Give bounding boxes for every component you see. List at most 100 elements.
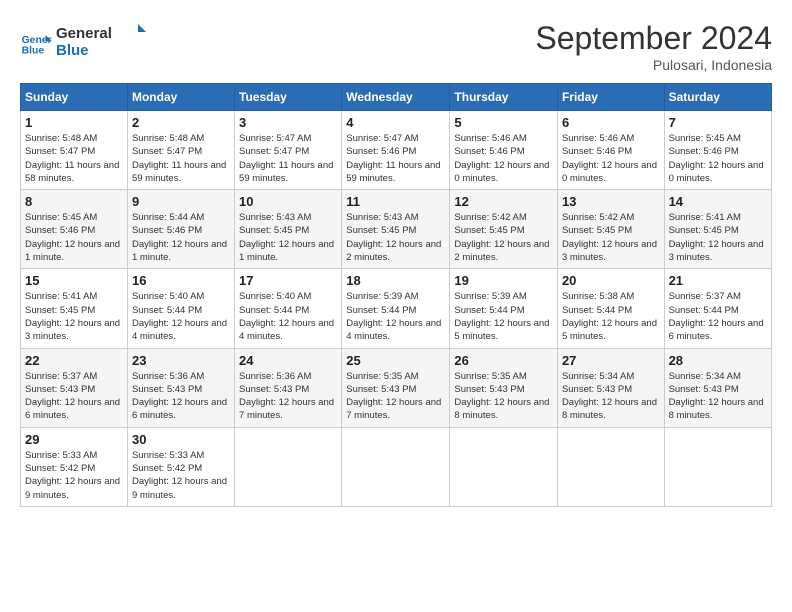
day-info: Sunrise: 5:40 AM Sunset: 5:44 PM Dayligh…: [239, 290, 337, 343]
day-info: Sunrise: 5:48 AM Sunset: 5:47 PM Dayligh…: [25, 132, 123, 185]
calendar-cell: 16 Sunrise: 5:40 AM Sunset: 5:44 PM Dayl…: [127, 269, 234, 348]
day-number: 17: [239, 273, 337, 288]
calendar-cell: 29 Sunrise: 5:33 AM Sunset: 5:42 PM Dayl…: [21, 427, 128, 506]
calendar-cell: 24 Sunrise: 5:36 AM Sunset: 5:43 PM Dayl…: [235, 348, 342, 427]
day-info: Sunrise: 5:38 AM Sunset: 5:44 PM Dayligh…: [562, 290, 660, 343]
location-subtitle: Pulosari, Indonesia: [535, 57, 772, 73]
day-number: 25: [346, 353, 445, 368]
svg-text:Blue: Blue: [22, 45, 45, 56]
calendar-cell: 19 Sunrise: 5:39 AM Sunset: 5:44 PM Dayl…: [450, 269, 558, 348]
day-number: 4: [346, 115, 445, 130]
page-header: General Blue General Blue September 2024…: [20, 20, 772, 73]
day-number: 26: [454, 353, 553, 368]
day-number: 22: [25, 353, 123, 368]
day-info: Sunrise: 5:34 AM Sunset: 5:43 PM Dayligh…: [669, 370, 767, 423]
day-info: Sunrise: 5:45 AM Sunset: 5:46 PM Dayligh…: [669, 132, 767, 185]
col-header-thursday: Thursday: [450, 84, 558, 111]
day-number: 5: [454, 115, 553, 130]
calendar-week-3: 15 Sunrise: 5:41 AM Sunset: 5:45 PM Dayl…: [21, 269, 772, 348]
day-number: 18: [346, 273, 445, 288]
day-number: 20: [562, 273, 660, 288]
calendar-cell: 3 Sunrise: 5:47 AM Sunset: 5:47 PM Dayli…: [235, 111, 342, 190]
day-info: Sunrise: 5:37 AM Sunset: 5:43 PM Dayligh…: [25, 370, 123, 423]
day-info: Sunrise: 5:39 AM Sunset: 5:44 PM Dayligh…: [346, 290, 445, 343]
day-info: Sunrise: 5:37 AM Sunset: 5:44 PM Dayligh…: [669, 290, 767, 343]
svg-text:General: General: [56, 25, 112, 42]
day-info: Sunrise: 5:45 AM Sunset: 5:46 PM Dayligh…: [25, 211, 123, 264]
calendar-cell: 1 Sunrise: 5:48 AM Sunset: 5:47 PM Dayli…: [21, 111, 128, 190]
day-info: Sunrise: 5:42 AM Sunset: 5:45 PM Dayligh…: [562, 211, 660, 264]
logo-svg: General Blue: [56, 20, 146, 60]
calendar-cell: 11 Sunrise: 5:43 AM Sunset: 5:45 PM Dayl…: [342, 190, 450, 269]
day-info: Sunrise: 5:33 AM Sunset: 5:42 PM Dayligh…: [132, 449, 230, 502]
calendar-cell: 21 Sunrise: 5:37 AM Sunset: 5:44 PM Dayl…: [664, 269, 771, 348]
day-number: 27: [562, 353, 660, 368]
day-info: Sunrise: 5:36 AM Sunset: 5:43 PM Dayligh…: [132, 370, 230, 423]
svg-text:Blue: Blue: [56, 42, 89, 59]
day-number: 16: [132, 273, 230, 288]
calendar-cell: [450, 427, 558, 506]
calendar-cell: 12 Sunrise: 5:42 AM Sunset: 5:45 PM Dayl…: [450, 190, 558, 269]
day-number: 1: [25, 115, 123, 130]
col-header-monday: Monday: [127, 84, 234, 111]
calendar-cell: 13 Sunrise: 5:42 AM Sunset: 5:45 PM Dayl…: [557, 190, 664, 269]
logo-icon: General Blue: [20, 27, 52, 59]
calendar-cell: 14 Sunrise: 5:41 AM Sunset: 5:45 PM Dayl…: [664, 190, 771, 269]
calendar-cell: [235, 427, 342, 506]
day-number: 3: [239, 115, 337, 130]
title-block: September 2024 Pulosari, Indonesia: [535, 20, 772, 73]
day-info: Sunrise: 5:35 AM Sunset: 5:43 PM Dayligh…: [346, 370, 445, 423]
calendar-cell: 10 Sunrise: 5:43 AM Sunset: 5:45 PM Dayl…: [235, 190, 342, 269]
calendar-cell: 8 Sunrise: 5:45 AM Sunset: 5:46 PM Dayli…: [21, 190, 128, 269]
day-number: 19: [454, 273, 553, 288]
day-info: Sunrise: 5:39 AM Sunset: 5:44 PM Dayligh…: [454, 290, 553, 343]
day-number: 8: [25, 194, 123, 209]
calendar-cell: 9 Sunrise: 5:44 AM Sunset: 5:46 PM Dayli…: [127, 190, 234, 269]
calendar-week-4: 22 Sunrise: 5:37 AM Sunset: 5:43 PM Dayl…: [21, 348, 772, 427]
day-info: Sunrise: 5:43 AM Sunset: 5:45 PM Dayligh…: [346, 211, 445, 264]
day-info: Sunrise: 5:42 AM Sunset: 5:45 PM Dayligh…: [454, 211, 553, 264]
calendar-week-2: 8 Sunrise: 5:45 AM Sunset: 5:46 PM Dayli…: [21, 190, 772, 269]
day-number: 2: [132, 115, 230, 130]
day-info: Sunrise: 5:36 AM Sunset: 5:43 PM Dayligh…: [239, 370, 337, 423]
day-number: 14: [669, 194, 767, 209]
calendar-cell: 18 Sunrise: 5:39 AM Sunset: 5:44 PM Dayl…: [342, 269, 450, 348]
col-header-wednesday: Wednesday: [342, 84, 450, 111]
day-info: Sunrise: 5:35 AM Sunset: 5:43 PM Dayligh…: [454, 370, 553, 423]
day-number: 11: [346, 194, 445, 209]
day-number: 12: [454, 194, 553, 209]
calendar-cell: 6 Sunrise: 5:46 AM Sunset: 5:46 PM Dayli…: [557, 111, 664, 190]
day-info: Sunrise: 5:48 AM Sunset: 5:47 PM Dayligh…: [132, 132, 230, 185]
col-header-sunday: Sunday: [21, 84, 128, 111]
calendar-cell: 15 Sunrise: 5:41 AM Sunset: 5:45 PM Dayl…: [21, 269, 128, 348]
calendar-cell: 23 Sunrise: 5:36 AM Sunset: 5:43 PM Dayl…: [127, 348, 234, 427]
day-number: 24: [239, 353, 337, 368]
day-number: 15: [25, 273, 123, 288]
calendar-cell: [664, 427, 771, 506]
day-number: 29: [25, 432, 123, 447]
day-number: 30: [132, 432, 230, 447]
day-info: Sunrise: 5:33 AM Sunset: 5:42 PM Dayligh…: [25, 449, 123, 502]
day-info: Sunrise: 5:41 AM Sunset: 5:45 PM Dayligh…: [669, 211, 767, 264]
calendar-cell: 20 Sunrise: 5:38 AM Sunset: 5:44 PM Dayl…: [557, 269, 664, 348]
day-number: 7: [669, 115, 767, 130]
col-header-friday: Friday: [557, 84, 664, 111]
calendar-table: SundayMondayTuesdayWednesdayThursdayFrid…: [20, 83, 772, 507]
calendar-cell: 5 Sunrise: 5:46 AM Sunset: 5:46 PM Dayli…: [450, 111, 558, 190]
calendar-cell: 30 Sunrise: 5:33 AM Sunset: 5:42 PM Dayl…: [127, 427, 234, 506]
calendar-cell: 28 Sunrise: 5:34 AM Sunset: 5:43 PM Dayl…: [664, 348, 771, 427]
day-number: 21: [669, 273, 767, 288]
day-info: Sunrise: 5:46 AM Sunset: 5:46 PM Dayligh…: [562, 132, 660, 185]
day-number: 13: [562, 194, 660, 209]
day-info: Sunrise: 5:34 AM Sunset: 5:43 PM Dayligh…: [562, 370, 660, 423]
day-number: 9: [132, 194, 230, 209]
calendar-cell: 26 Sunrise: 5:35 AM Sunset: 5:43 PM Dayl…: [450, 348, 558, 427]
day-number: 23: [132, 353, 230, 368]
col-header-saturday: Saturday: [664, 84, 771, 111]
day-info: Sunrise: 5:43 AM Sunset: 5:45 PM Dayligh…: [239, 211, 337, 264]
calendar-cell: 4 Sunrise: 5:47 AM Sunset: 5:46 PM Dayli…: [342, 111, 450, 190]
calendar-cell: 25 Sunrise: 5:35 AM Sunset: 5:43 PM Dayl…: [342, 348, 450, 427]
day-info: Sunrise: 5:40 AM Sunset: 5:44 PM Dayligh…: [132, 290, 230, 343]
calendar-cell: [557, 427, 664, 506]
calendar-cell: 17 Sunrise: 5:40 AM Sunset: 5:44 PM Dayl…: [235, 269, 342, 348]
